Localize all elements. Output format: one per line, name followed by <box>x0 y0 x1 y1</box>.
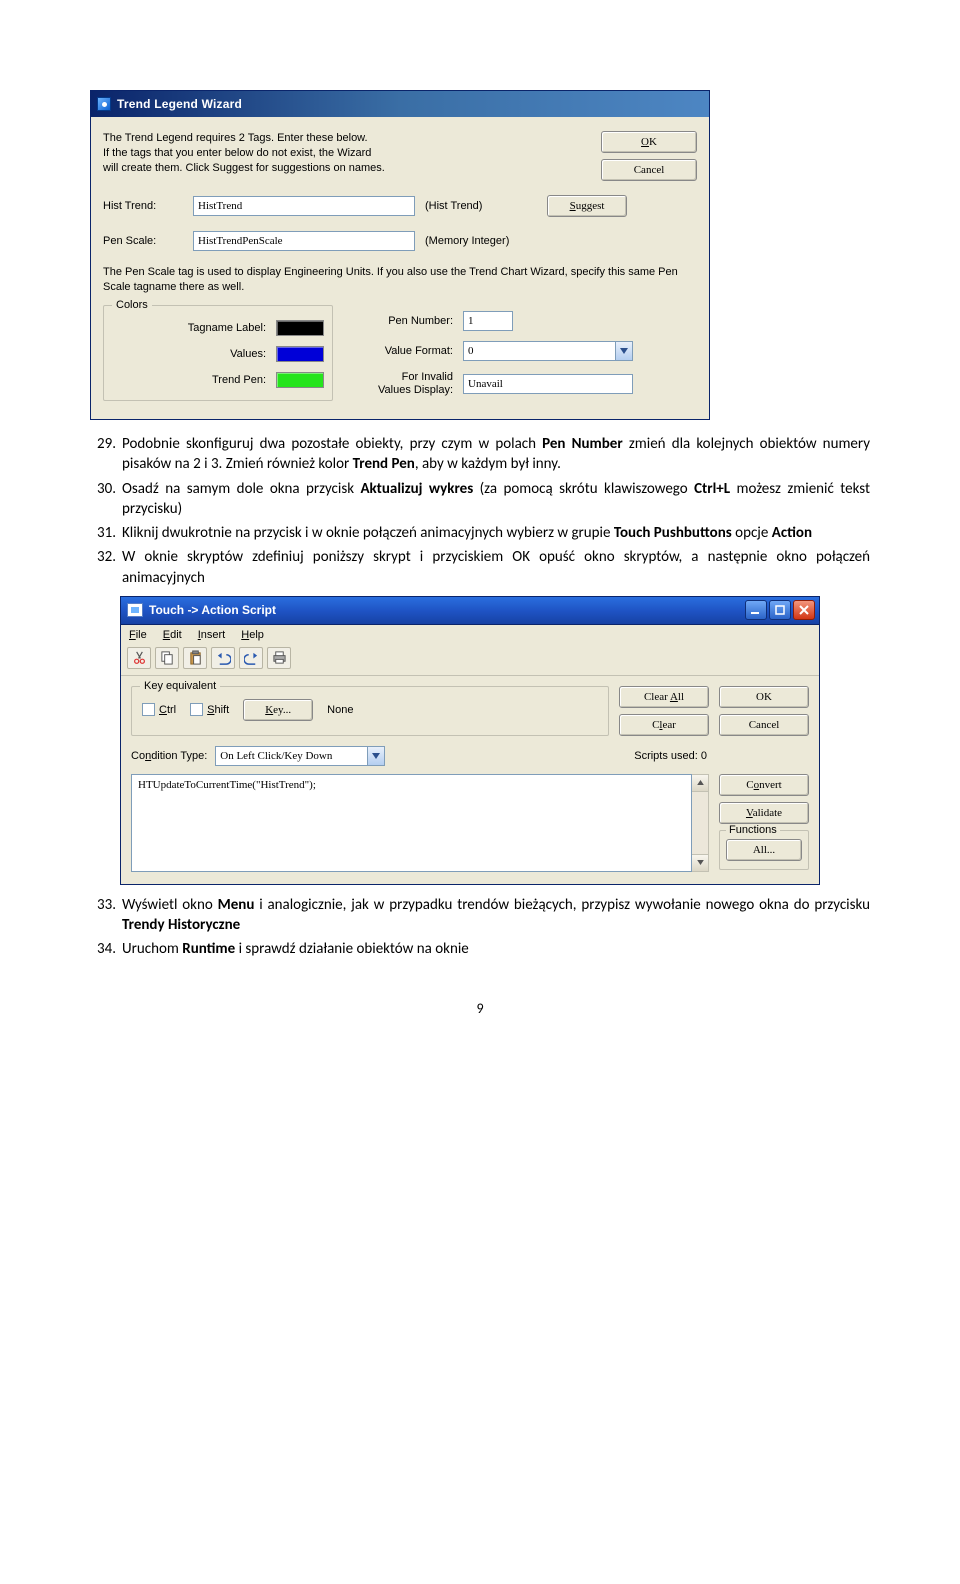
menu-bar: File Edit Insert Help <box>121 625 819 645</box>
copy-icon[interactable] <box>155 647 179 669</box>
functions-group: Functions All... <box>719 830 809 870</box>
condition-type-label: Condition Type: <box>131 750 207 762</box>
hist-trend-type: (Hist Trend) <box>425 200 537 212</box>
pen-scale-note: The Pen Scale tag is used to display Eng… <box>103 265 697 295</box>
intro-text: The Trend Legend requires 2 Tags. Enter … <box>103 131 587 181</box>
key-equivalent-group: Key equivalent Ctrl Shift Key... None <box>131 686 609 736</box>
menu-edit[interactable]: Edit <box>163 629 182 641</box>
menu-insert[interactable]: Insert <box>198 629 226 641</box>
hist-trend-label: Hist Trend: <box>103 200 183 212</box>
tagname-color-swatch[interactable] <box>276 320 324 336</box>
chevron-down-icon[interactable] <box>615 342 632 360</box>
minimize-button[interactable] <box>745 600 767 620</box>
colors-group: Colors Tagname Label: Values: Trend Pen: <box>103 305 333 401</box>
invalid-display-label: For InvalidValues Display: <box>345 371 453 397</box>
value-format-select[interactable] <box>463 341 633 361</box>
functions-legend: Functions <box>726 824 780 836</box>
scripts-used-label: Scripts used: 0 <box>634 750 707 762</box>
invalid-display-input[interactable] <box>463 374 633 394</box>
tagname-color-label: Tagname Label: <box>112 322 266 334</box>
app-icon <box>97 97 111 111</box>
values-color-swatch[interactable] <box>276 346 324 362</box>
key-value: None <box>327 704 353 716</box>
list-item: 34.Uruchom Runtime i sprawdź działanie o… <box>90 939 870 959</box>
undo-icon[interactable] <box>211 647 235 669</box>
cut-icon[interactable] <box>127 647 151 669</box>
title-bar: Trend Legend Wizard <box>91 91 709 117</box>
title-bar: Touch -> Action Script <box>121 597 819 625</box>
list-item: 29.Podobnie skonfiguruj dwa pozostałe ob… <box>90 434 870 475</box>
page-number: 9 <box>90 1000 870 1017</box>
trend-legend-wizard-window: Trend Legend Wizard The Trend Legend req… <box>90 90 710 420</box>
menu-file[interactable]: File <box>129 629 147 641</box>
toolbar <box>121 645 819 676</box>
maximize-button[interactable] <box>769 600 791 620</box>
hist-trend-input[interactable] <box>193 196 415 216</box>
pen-scale-input[interactable] <box>193 231 415 251</box>
chevron-down-icon[interactable] <box>367 747 384 765</box>
functions-all-button[interactable]: All... <box>726 839 802 861</box>
ctrl-checkbox[interactable]: Ctrl <box>142 703 176 716</box>
redo-icon[interactable] <box>239 647 263 669</box>
key-legend: Key equivalent <box>140 680 220 692</box>
clear-all-button[interactable]: Clear All <box>619 686 709 708</box>
clear-button[interactable]: Clear <box>619 714 709 736</box>
value-format-label: Value Format: <box>345 345 453 357</box>
scroll-up-icon[interactable] <box>692 775 708 792</box>
validate-button[interactable]: Validate <box>719 802 809 824</box>
ok-button[interactable]: OK <box>719 686 809 708</box>
instruction-list-2: 33.Wyświetl okno Menu i analogicznie, ja… <box>90 895 870 960</box>
pen-scale-label: Pen Scale: <box>103 235 183 247</box>
paste-icon[interactable] <box>183 647 207 669</box>
ok-button[interactable]: OK <box>601 131 697 153</box>
list-item: 31.Kliknij dwukrotnie na przycisk i w ok… <box>90 523 870 543</box>
list-item: 33.Wyświetl okno Menu i analogicznie, ja… <box>90 895 870 936</box>
pen-scale-type: (Memory Integer) <box>425 235 537 247</box>
colors-legend: Colors <box>112 299 152 311</box>
window-title: Trend Legend Wizard <box>117 97 242 111</box>
scrollbar[interactable] <box>692 774 709 872</box>
values-color-label: Values: <box>112 348 266 360</box>
action-script-window: Touch -> Action Script File Edit Insert … <box>120 596 820 885</box>
cancel-button[interactable]: Cancel <box>601 159 697 181</box>
app-icon <box>127 603 143 617</box>
cancel-button[interactable]: Cancel <box>719 714 809 736</box>
trend-pen-color-swatch[interactable] <box>276 372 324 388</box>
list-item: 32.W oknie skryptów zdefiniuj poniższy s… <box>90 547 870 588</box>
window-title: Touch -> Action Script <box>149 603 745 617</box>
menu-help[interactable]: Help <box>241 629 264 641</box>
script-textarea[interactable]: HTUpdateToCurrentTime("HistTrend"); <box>131 774 692 872</box>
scroll-down-icon[interactable] <box>692 854 708 871</box>
print-icon[interactable] <box>267 647 291 669</box>
suggest-button[interactable]: Suggest <box>547 195 627 217</box>
list-item: 30.Osadź na samym dole okna przycisk Akt… <box>90 479 870 520</box>
shift-checkbox[interactable]: Shift <box>190 703 229 716</box>
condition-type-select[interactable] <box>215 746 385 766</box>
pen-number-label: Pen Number: <box>345 315 453 327</box>
trend-pen-color-label: Trend Pen: <box>112 374 266 386</box>
key-button[interactable]: Key... <box>243 699 313 721</box>
convert-button[interactable]: Convert <box>719 774 809 796</box>
instruction-list: 29.Podobnie skonfiguruj dwa pozostałe ob… <box>90 434 870 588</box>
pen-number-input[interactable] <box>463 311 513 331</box>
close-button[interactable] <box>793 600 815 620</box>
